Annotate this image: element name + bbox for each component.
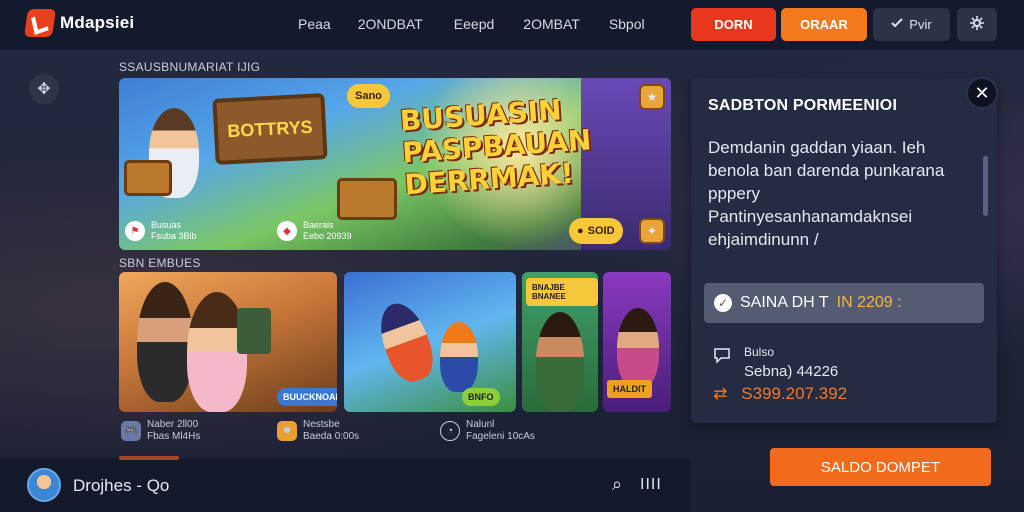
- price-row: ⇄ S399.207.392: [713, 384, 847, 404]
- card-character: [137, 282, 193, 402]
- card-character: [617, 308, 659, 388]
- status-highlight: IN 2209 :: [836, 294, 902, 311]
- panel-info-row: Bulso Sebna) 44226: [712, 345, 838, 379]
- menu-bars-icon[interactable]: IIII: [640, 476, 662, 494]
- treasure-chest-icon: [124, 160, 172, 196]
- clock-icon: ◔: [440, 421, 460, 441]
- banner-meta-mid: ◆ Baerais Eebo 20939: [277, 220, 352, 242]
- app-logo[interactable]: Mdapsiei: [24, 9, 135, 37]
- thumb-strip: [119, 456, 179, 460]
- card-badge: BNFO: [462, 388, 500, 406]
- nav-item-4[interactable]: 2OMBAT: [523, 16, 580, 32]
- price-value: S399.207.392: [741, 384, 848, 403]
- banner-pill: Sano: [347, 84, 390, 108]
- card-3-meta-line1: Nalunl: [466, 419, 495, 430]
- user-suffix: Qo: [146, 476, 170, 495]
- header-orange-button[interactable]: ORAAR: [781, 8, 867, 41]
- medal-icon: ✹: [277, 421, 297, 441]
- user-label[interactable]: Drojhes - Qo: [73, 476, 169, 496]
- expand-icon[interactable]: ✥: [29, 74, 59, 104]
- badge-icon: ◆: [277, 221, 297, 241]
- card-1-meta-line2: Fbas Ml4Hs: [147, 431, 201, 442]
- top-navigation-bar: Mdapsiei Peaa 2ONDBAT Eeepd 2OMBAT Sbpol…: [0, 0, 1024, 50]
- brand-logo-icon: [24, 9, 56, 37]
- banner-meta-mid-line1: Baerais: [303, 220, 334, 230]
- info-row-line2: Sebna) 44226: [744, 363, 839, 380]
- panel-title: SADBTON PORMEENIOI: [708, 97, 898, 114]
- banner-meta-left: ⚑ Busuas Fsuba 3Bib: [125, 220, 197, 242]
- header-dark-button[interactable]: Pvir: [873, 8, 950, 41]
- card-1-meta-line1: Naber 2ll00: [147, 419, 199, 430]
- balance-panel: SADBTON PORMEENIOI ✕ Demdanin gaddan yia…: [691, 77, 998, 423]
- saldo-dompet-button[interactable]: SALDO DOMPET: [770, 448, 991, 486]
- card-badge: BUUCKNOAB: [277, 388, 337, 406]
- main-nav: Peaa 2ONDBAT Eeepd 2OMBAT Sbpol: [298, 16, 645, 32]
- avatar[interactable]: [27, 468, 61, 502]
- swap-arrows-icon: ⇄: [713, 384, 728, 403]
- banner-headline: BUSUASIN PASPBAUAN DERRMAK!: [398, 93, 593, 202]
- card-character: [371, 296, 441, 388]
- featured-section-title: SSAUSBNUMARIAT IJIG: [119, 60, 261, 74]
- treasure-badge-icon: ★: [639, 84, 665, 110]
- games-section-title: SBN EMBUES: [119, 256, 201, 270]
- status-bar: ✓ SAINA DH T IN 2209 :: [704, 283, 984, 323]
- panel-body-text: Demdanin gaddan yiaan. Ieh benola ban da…: [708, 138, 945, 249]
- game-card-4[interactable]: HALDIT: [603, 272, 671, 412]
- settings-icon: [969, 15, 985, 34]
- coin-icon: ●: [577, 225, 584, 237]
- flag-icon: ⚑: [125, 221, 145, 241]
- card-badge: BNAJBE BNANEE: [526, 278, 598, 306]
- settings-button[interactable]: [957, 8, 997, 41]
- card-2-meta-line2: Baeda 0:00s: [303, 431, 360, 442]
- gift-icon: ✦: [639, 218, 665, 244]
- chat-bubble-icon: [712, 345, 732, 368]
- card-badge: HALDIT: [607, 380, 652, 398]
- gamepad-icon: 🎮: [121, 421, 141, 441]
- treasure-chest-icon: [337, 178, 397, 220]
- check-circle-icon: ✓: [714, 294, 732, 312]
- card-1-meta: 🎮 Naber 2ll00 Fbas Ml4Hs: [121, 419, 200, 443]
- banner-sign: BOTTRYS: [212, 93, 328, 165]
- banner-meta-left-line1: Busuas: [151, 220, 182, 230]
- status-prefix: SAINA DH T: [740, 294, 829, 311]
- banner-cta-pill[interactable]: ● SOID: [569, 218, 623, 244]
- banner-cta-label: SOID: [587, 225, 615, 237]
- nav-item-2[interactable]: 2ONDBAT: [358, 16, 423, 32]
- nav-item-5[interactable]: Sbpol: [609, 16, 645, 32]
- card-3-meta-line2: Fageleni 10cAs: [466, 431, 535, 442]
- header-red-button[interactable]: DORN: [691, 8, 776, 41]
- checkmark-icon: [891, 17, 904, 32]
- card-2-meta-line1: Nestsbe: [303, 419, 340, 430]
- panel-scrollbar[interactable]: [983, 156, 988, 216]
- tablet-icon: [237, 308, 271, 354]
- game-card-1[interactable]: BUUCKNOAB: [119, 272, 337, 412]
- card-2-meta: ✹ Nestsbe Baeda 0:00s: [277, 419, 359, 443]
- info-row-line1: Bulso: [744, 345, 775, 359]
- header-dark-button-label: Pvir: [909, 17, 932, 32]
- nav-item-1[interactable]: Peaa: [298, 16, 331, 32]
- card-character: [536, 312, 584, 412]
- user-name: Drojhes -: [73, 476, 142, 495]
- card-3-meta: ◔ Nalunl Fageleni 10cAs: [440, 419, 535, 443]
- card-character: [440, 322, 478, 392]
- game-card-2[interactable]: BNFO: [344, 272, 516, 412]
- nav-item-3[interactable]: Eeepd: [454, 16, 494, 32]
- featured-banner[interactable]: BOTTRYS Sano BUSUASIN PASPBAUAN DERRMAK!…: [119, 78, 671, 250]
- close-icon[interactable]: ✕: [966, 77, 998, 109]
- banner-meta-left-line2: Fsuba 3Bib: [151, 231, 197, 241]
- banner-meta-mid-line2: Eebo 20939: [303, 231, 352, 241]
- search-icon[interactable]: ⌕: [612, 474, 622, 495]
- app-name: Mdapsiei: [60, 13, 135, 32]
- game-card-3[interactable]: BNAJBE BNANEE: [522, 272, 598, 412]
